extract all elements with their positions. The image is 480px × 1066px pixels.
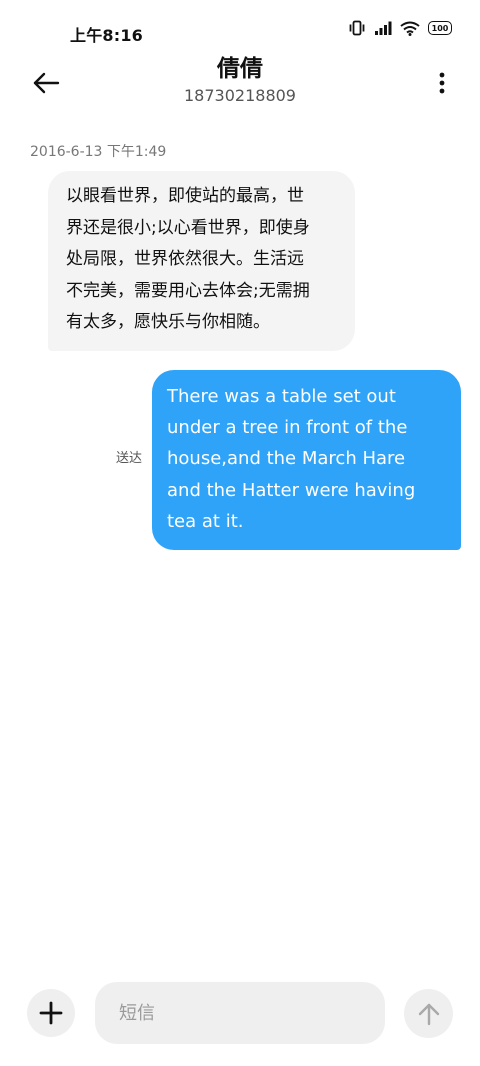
message-timestamp: 2016-6-13 下午1:49	[30, 144, 167, 160]
signal-icon	[374, 21, 392, 35]
add-attachment-button[interactable]	[27, 989, 75, 1037]
battery-level: 100	[428, 21, 452, 35]
status-icons: 100	[348, 20, 452, 36]
status-bar: 上午8:16 100	[0, 0, 480, 60]
more-options-button[interactable]	[430, 65, 454, 101]
more-vert-icon	[439, 72, 445, 94]
status-time: 上午8:16	[70, 26, 143, 45]
conversation-header: 倩倩 18730218809	[0, 55, 480, 115]
send-button[interactable]	[404, 989, 453, 1038]
outgoing-message-bubble[interactable]: There was a table set out under a tree i…	[152, 370, 461, 550]
messaging-screen: 上午8:16 100 倩倩 18730218809 2016-6-13 下午1:…	[0, 0, 480, 1066]
contact-name: 倩倩	[217, 56, 263, 82]
incoming-message-bubble[interactable]: 以眼看世界，即使站的最高，世 界还是很小;以心看世界，即使身 处局限，世界依然很…	[48, 171, 355, 351]
battery-icon: 100	[428, 21, 452, 35]
send-arrow-icon	[418, 1003, 439, 1025]
plus-icon	[39, 1001, 63, 1025]
wifi-icon	[400, 21, 420, 36]
delivery-status: 送达	[116, 451, 143, 466]
contact-number: 18730218809	[184, 86, 296, 105]
message-input[interactable]	[95, 982, 385, 1044]
vibrate-icon	[348, 20, 366, 36]
contact-title: 倩倩 18730218809	[0, 55, 480, 106]
